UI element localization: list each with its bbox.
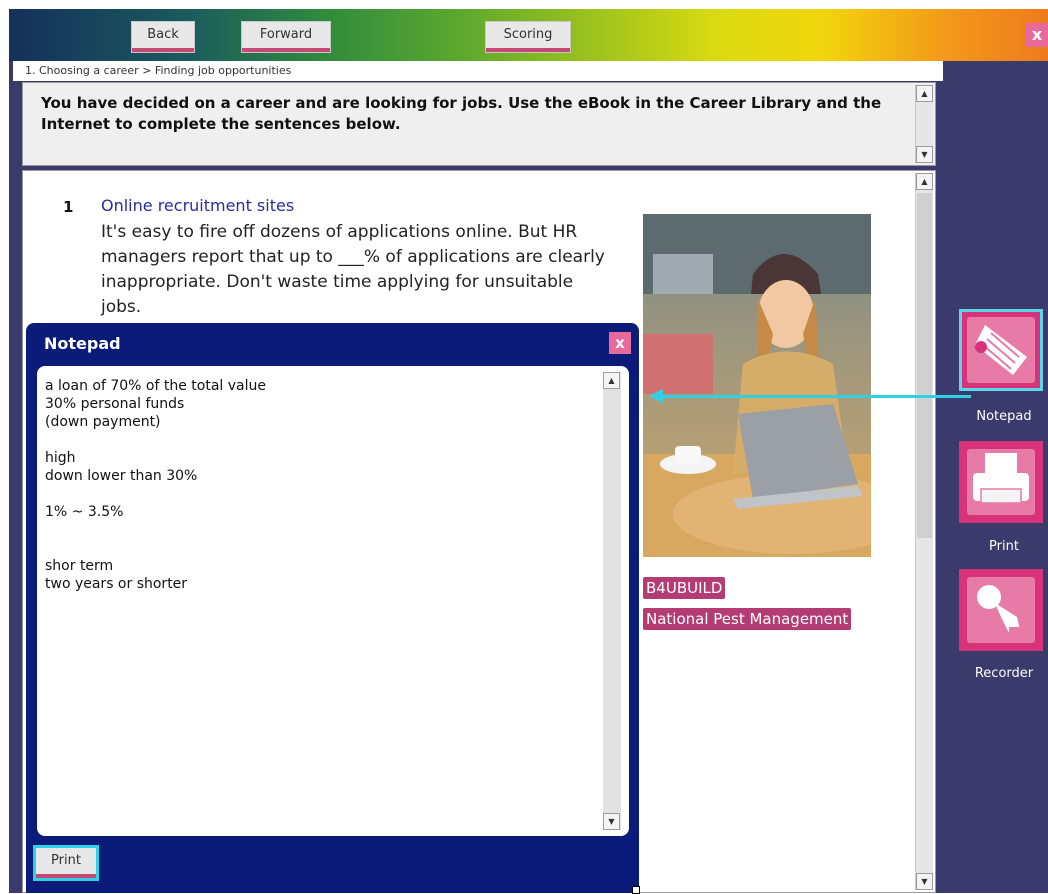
notepad-pointer-line	[649, 389, 971, 403]
notepad-scrollbar[interactable]: ▲ ▼	[603, 372, 621, 830]
question-title: Online recruitment sites	[101, 196, 295, 215]
notepad-close-button[interactable]: x	[609, 332, 631, 354]
scroll-down-icon[interactable]: ▼	[603, 813, 620, 830]
print-tool-button[interactable]	[959, 441, 1043, 523]
print-tool-label: Print	[989, 539, 1019, 554]
notepad-tool-button[interactable]	[959, 309, 1043, 391]
scroll-up-icon[interactable]: ▲	[603, 372, 620, 389]
notepad-tool-label: Notepad	[976, 409, 1032, 424]
question-body: It's easy to fire off dozens of applicat…	[101, 222, 605, 317]
link-national-pest-management[interactable]: National Pest Management	[643, 608, 852, 630]
recorder-tool-label: Recorder	[974, 666, 1034, 681]
arrow-left-icon	[649, 389, 663, 403]
notepad-text[interactable]: a loan of 70% of the total value 30% per…	[45, 377, 595, 593]
instructions-panel: You have decided on a career and are loo…	[22, 82, 936, 166]
top-toolbar: Back Forward Scoring x	[9, 9, 1048, 61]
question-number: 1	[63, 198, 74, 216]
notepad-icon	[967, 317, 1035, 383]
notepad-window[interactable]: Notepad x a loan of 70% of the total val…	[26, 323, 640, 894]
back-button[interactable]: Back	[131, 21, 195, 53]
photo-illustration	[643, 214, 871, 557]
scoring-button[interactable]: Scoring	[485, 21, 571, 53]
app-window: Back Forward Scoring x 1. Choosing a car…	[9, 9, 1048, 894]
breadcrumb: 1. Choosing a career > Finding job oppor…	[13, 61, 943, 81]
instructions-text: You have decided on a career and are loo…	[41, 94, 882, 133]
scroll-up-icon[interactable]: ▲	[916, 173, 933, 190]
scroll-thumb[interactable]	[917, 193, 932, 538]
close-icon: x	[1031, 25, 1043, 44]
scroll-up-icon[interactable]: ▲	[916, 85, 933, 102]
notepad-title: Notepad	[44, 334, 121, 353]
woman-laptop-photo	[643, 214, 871, 557]
instructions-scrollbar[interactable]: ▲ ▼	[915, 85, 933, 163]
scroll-down-icon[interactable]: ▼	[916, 146, 933, 163]
notepad-textarea[interactable]: a loan of 70% of the total value 30% per…	[37, 366, 629, 836]
microphone-icon	[967, 577, 1035, 643]
close-app-button[interactable]: x	[1026, 23, 1048, 47]
content-scrollbar[interactable]: ▲ ▼	[915, 173, 933, 890]
printer-icon	[967, 449, 1035, 515]
link-b4ubuild[interactable]: B4UBUILD	[643, 577, 726, 599]
notepad-print-button[interactable]: Print	[33, 845, 99, 881]
forward-button[interactable]: Forward	[241, 21, 331, 53]
scroll-down-icon[interactable]: ▼	[916, 873, 933, 890]
recorder-tool-button[interactable]	[959, 569, 1043, 651]
close-icon: x	[615, 334, 625, 352]
